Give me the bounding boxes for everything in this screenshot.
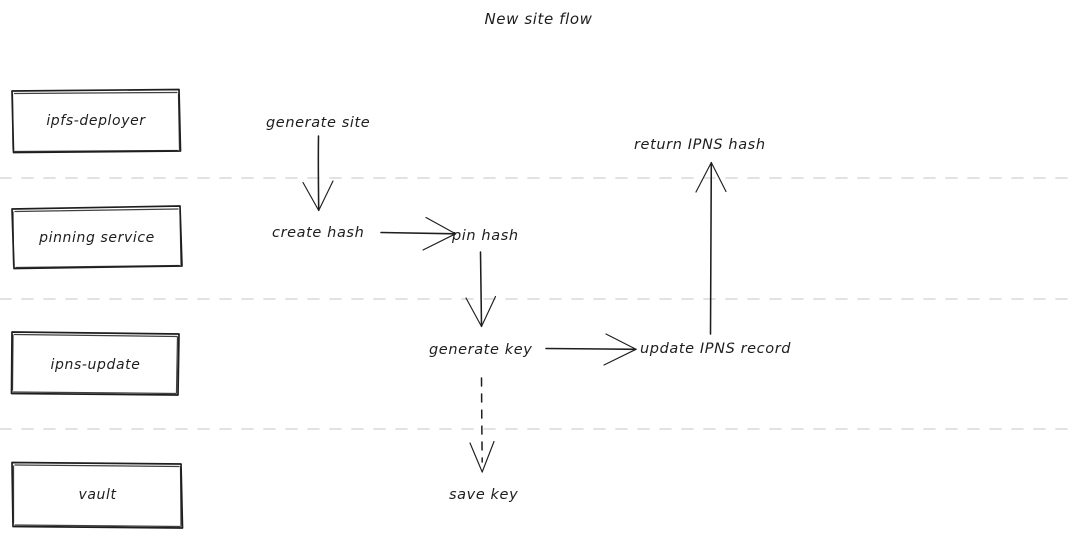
diagram-canvas: New site flow ipfs-deployer pinning serv… <box>0 0 1077 539</box>
step-label-generate-key: generate key <box>429 342 533 358</box>
lane-label-ipfs-deployer: ipfs-deployer <box>46 113 146 129</box>
step-label-generate-site: generate site <box>266 115 371 131</box>
step-label-pin-hash: pin hash <box>452 228 519 244</box>
step-label-save-key: save key <box>449 487 519 503</box>
lane-label-ipns-update: ipns-update <box>50 357 141 373</box>
page-title: New site flow <box>484 10 593 28</box>
step-label-return-ipns-hash: return IPNS hash <box>634 137 766 153</box>
arrow-generate-site <box>302 135 334 212</box>
lane-label-pinning-service: pinning service <box>39 230 155 246</box>
arrow-create-hash-to-pin-hash <box>380 216 457 251</box>
arrow-pin-hash-to-generate-key <box>465 251 497 328</box>
arrow-generate-key-to-update-ipns-record <box>545 333 637 366</box>
step-label-update-ipns-record: update IPNS record <box>640 341 792 357</box>
step-label-create-hash: create hash <box>272 225 365 241</box>
arrow-return-ipns-hash <box>695 161 727 335</box>
diagram-vector-layer <box>0 88 1077 529</box>
lane-label-vault: vault <box>78 487 117 503</box>
arrow-generate-key-to-save-key <box>469 377 495 473</box>
